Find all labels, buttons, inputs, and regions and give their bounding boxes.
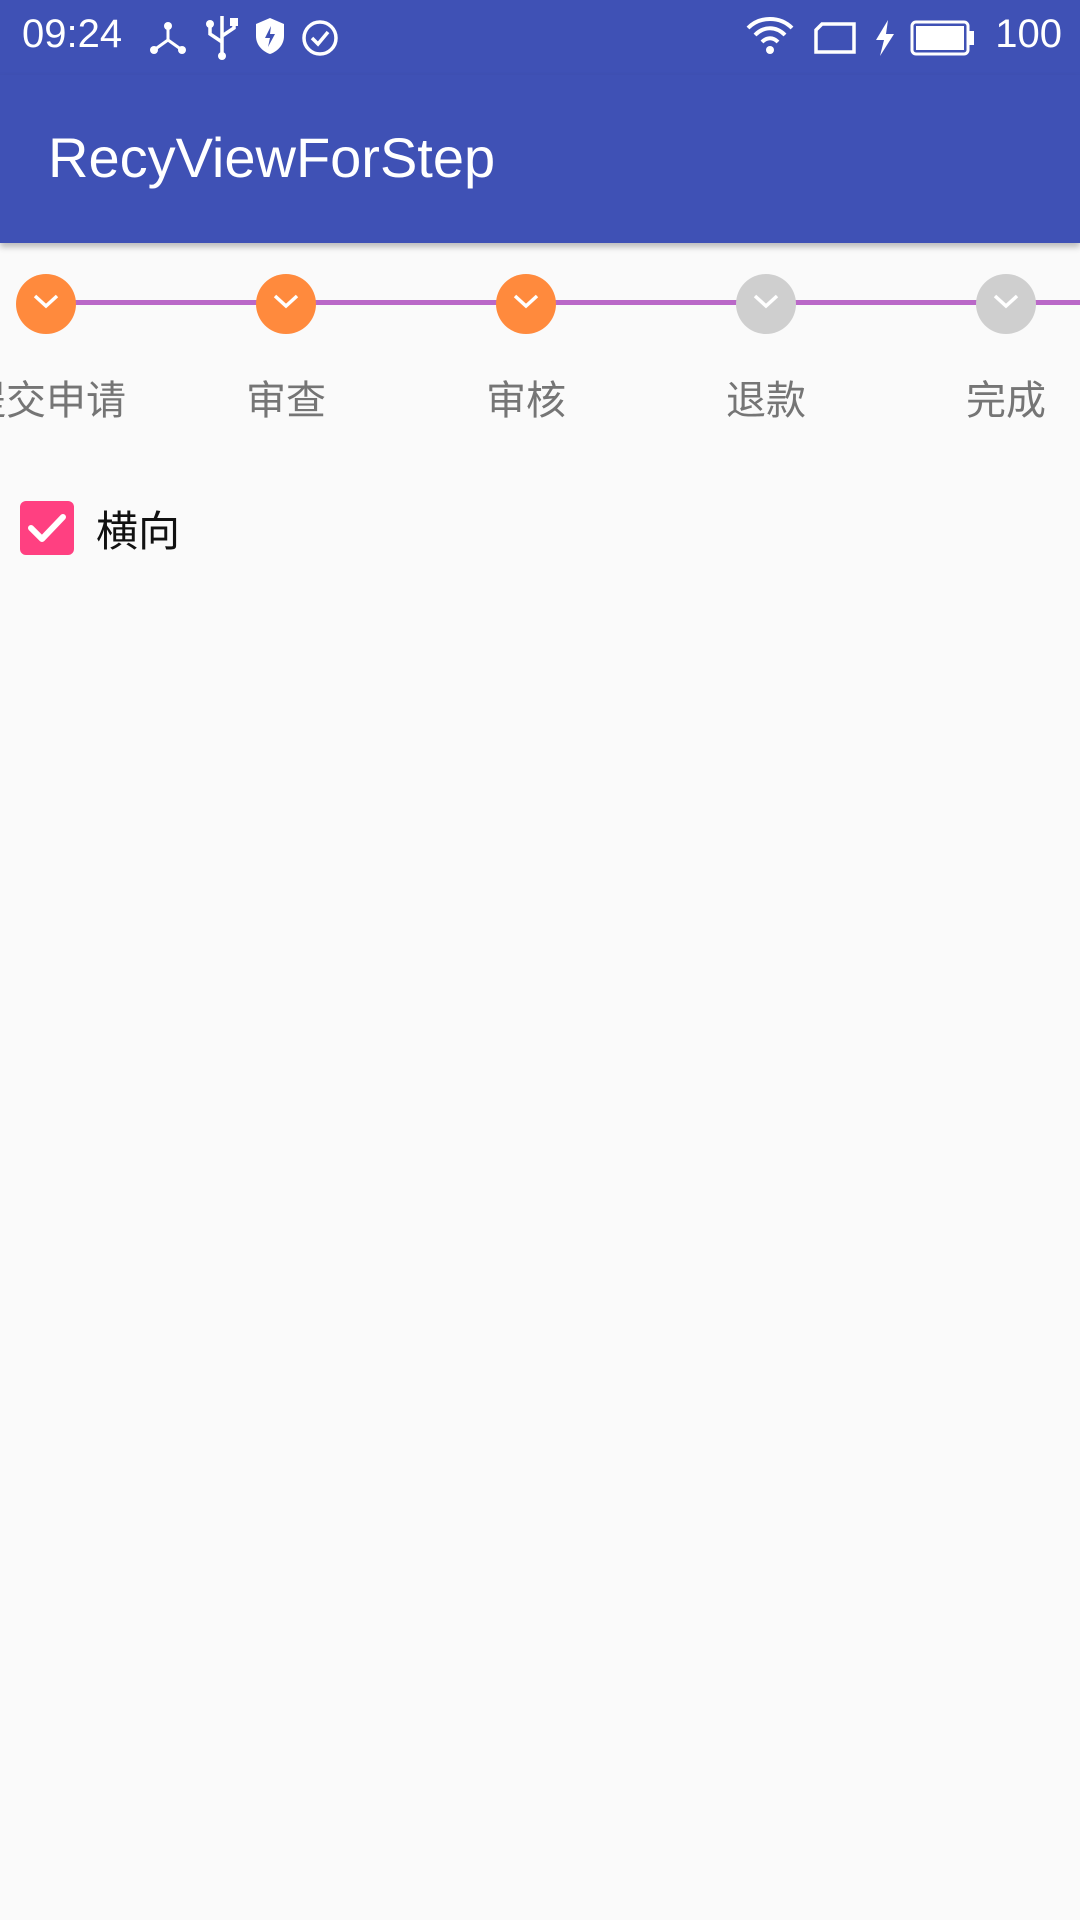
step-node-submit xyxy=(16,274,76,334)
chevron-down-icon xyxy=(753,294,779,309)
step-node-refund xyxy=(736,274,796,334)
status-time: 09:24 xyxy=(22,12,123,56)
status-bar: 09:24 100 xyxy=(0,0,1080,75)
check-circle-icon xyxy=(300,18,340,62)
battery-icon xyxy=(910,20,976,60)
step-label-complete: 完成 xyxy=(966,378,1046,424)
app-bar: RecyViewForStep xyxy=(0,75,1080,243)
step-connector xyxy=(46,300,1080,305)
sim-card-icon xyxy=(814,22,856,58)
checkmark-icon xyxy=(28,514,66,542)
chevron-down-icon xyxy=(273,294,299,309)
step-node-complete xyxy=(976,274,1036,334)
step-label-refund: 退款 xyxy=(726,378,806,424)
chevron-down-icon xyxy=(513,294,539,309)
step-node-audit xyxy=(496,274,556,334)
step-label-review: 审查 xyxy=(246,378,326,424)
step-label-submit: 提交申请 xyxy=(0,378,126,424)
app-title: RecyViewForStep xyxy=(48,126,496,189)
step-node-review xyxy=(256,274,316,334)
shield-icon xyxy=(254,16,286,60)
battery-percentage: 100 xyxy=(995,12,1062,56)
usb-icon xyxy=(204,14,240,64)
chevron-down-icon xyxy=(33,294,59,309)
orientation-checkbox-label[interactable]: 横向 xyxy=(96,498,180,559)
charging-icon xyxy=(872,18,896,62)
usb-share-icon xyxy=(148,18,188,62)
step-label-audit: 审核 xyxy=(486,378,566,424)
step-indicator: 提交申请 审查 审核 退款 完成 xyxy=(0,258,1080,428)
orientation-checkbox[interactable] xyxy=(20,501,74,555)
orientation-checkbox-row[interactable]: 横向 xyxy=(20,500,180,556)
wifi-icon xyxy=(746,16,794,60)
chevron-down-icon xyxy=(993,294,1019,309)
